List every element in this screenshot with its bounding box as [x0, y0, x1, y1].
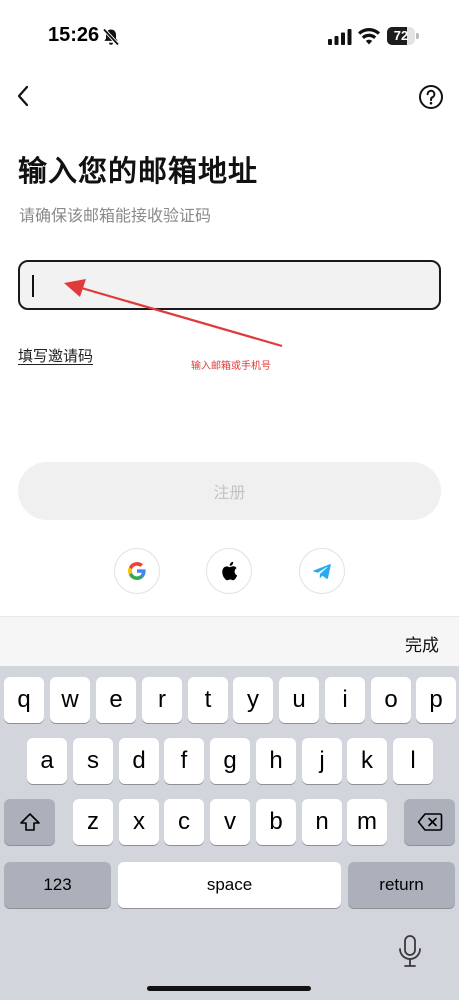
- wifi-icon: [358, 27, 380, 45]
- invite-code-link[interactable]: 填写邀请码: [18, 345, 93, 366]
- key-b[interactable]: b: [256, 799, 296, 845]
- key-n[interactable]: n: [302, 799, 342, 845]
- numbers-key[interactable]: 123: [4, 862, 111, 908]
- google-login-button[interactable]: [114, 548, 160, 594]
- page-subtitle: 请确保该邮箱能接收验证码: [19, 206, 212, 225]
- key-m[interactable]: m: [347, 799, 387, 845]
- annotation-label: 输入邮箱或手机号: [191, 361, 271, 372]
- home-indicator: [147, 986, 311, 991]
- key-c[interactable]: c: [164, 799, 204, 845]
- space-key[interactable]: space: [118, 862, 341, 908]
- key-t[interactable]: t: [188, 677, 228, 723]
- email-input[interactable]: [32, 264, 427, 306]
- key-p[interactable]: p: [416, 677, 456, 723]
- key-h[interactable]: h: [256, 738, 296, 784]
- key-a[interactable]: a: [27, 738, 67, 784]
- signal-icon: [328, 29, 352, 45]
- key-l[interactable]: l: [393, 738, 433, 784]
- key-r[interactable]: r: [142, 677, 182, 723]
- delete-key[interactable]: [404, 799, 455, 845]
- microphone-icon[interactable]: [396, 934, 424, 970]
- shift-icon: [19, 813, 40, 831]
- key-d[interactable]: d: [119, 738, 159, 784]
- key-o[interactable]: o: [371, 677, 411, 723]
- page-title: 输入您的邮箱地址: [18, 154, 259, 188]
- telegram-icon: [313, 564, 331, 579]
- key-v[interactable]: v: [210, 799, 250, 845]
- keyboard-done-button[interactable]: 完成: [405, 631, 439, 656]
- key-q[interactable]: q: [4, 677, 44, 723]
- shift-key[interactable]: [4, 799, 55, 845]
- key-g[interactable]: g: [210, 738, 250, 784]
- keyboard-toolbar: 完成: [0, 616, 459, 666]
- bell-muted-icon: [102, 28, 120, 46]
- key-w[interactable]: w: [50, 677, 90, 723]
- backspace-icon: [417, 813, 442, 831]
- key-f[interactable]: f: [164, 738, 204, 784]
- key-k[interactable]: k: [347, 738, 387, 784]
- apple-icon: [222, 561, 238, 581]
- status-bar: 15:26 72: [0, 0, 459, 70]
- key-y[interactable]: y: [233, 677, 273, 723]
- text-cursor: [32, 275, 34, 297]
- question-circle-icon[interactable]: [418, 84, 444, 110]
- battery-level: 72: [393, 28, 409, 43]
- key-s[interactable]: s: [73, 738, 113, 784]
- key-i[interactable]: i: [325, 677, 365, 723]
- chevron-left-icon[interactable]: [12, 82, 36, 110]
- status-time: 15:26: [48, 24, 100, 46]
- google-icon: [128, 562, 146, 580]
- return-key[interactable]: return: [348, 862, 455, 908]
- register-button[interactable]: 注册: [18, 462, 441, 520]
- key-x[interactable]: x: [119, 799, 159, 845]
- key-e[interactable]: e: [96, 677, 136, 723]
- key-u[interactable]: u: [279, 677, 319, 723]
- apple-login-button[interactable]: [206, 548, 252, 594]
- email-field[interactable]: [18, 260, 441, 310]
- keyboard: q w e r t y u i o p a s d f g h j k l z …: [0, 666, 459, 1000]
- key-j[interactable]: j: [302, 738, 342, 784]
- telegram-login-button[interactable]: [299, 548, 345, 594]
- battery-icon: 72: [387, 27, 419, 45]
- key-z[interactable]: z: [73, 799, 113, 845]
